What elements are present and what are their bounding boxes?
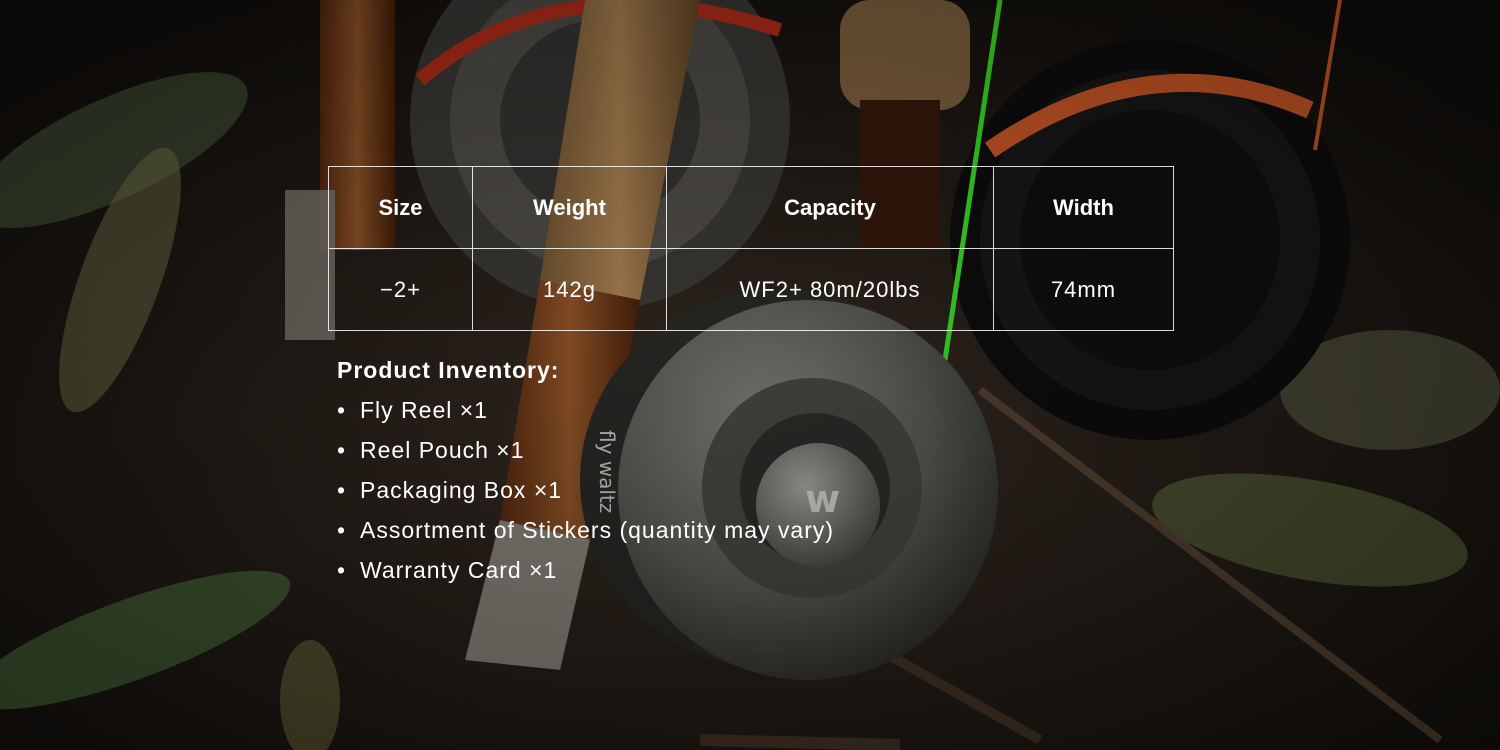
header-size: Size [328, 166, 473, 249]
value-capacity: WF2+ 80m/20lbs [666, 248, 994, 331]
header-weight: Weight [472, 166, 667, 249]
value-width: 74mm [993, 248, 1174, 331]
list-item-label: Packaging Box ×1 [360, 477, 563, 503]
list-item: • Packaging Box ×1 [337, 475, 834, 515]
list-item-label: Assortment of Stickers (quantity may var… [360, 517, 835, 543]
specs-header-row: Size Weight Capacity Width [328, 166, 1174, 249]
product-inventory: Product Inventory: • Fly Reel ×1 • Reel Po… [337, 355, 834, 595]
list-item-label: Reel Pouch ×1 [360, 437, 525, 463]
value-weight: 142g [472, 248, 667, 331]
specs-table: Size Weight Capacity Width −2+ 142g WF2+… [328, 166, 1174, 331]
inventory-title: Product Inventory: [337, 357, 560, 383]
value-size: −2+ [328, 248, 473, 331]
list-item-label: Warranty Card ×1 [360, 557, 558, 583]
inventory-list: • Fly Reel ×1 • Reel Pouch ×1 • Packaging B… [337, 395, 834, 595]
specs-value-row: −2+ 142g WF2+ 80m/20lbs 74mm [328, 248, 1174, 331]
list-item-label: Fly Reel ×1 [360, 397, 488, 423]
list-item: • Reel Pouch ×1 [337, 435, 834, 475]
header-width: Width [993, 166, 1174, 249]
list-item: • Fly Reel ×1 [337, 395, 834, 435]
list-item: • Assortment of Stickers (quantity may va… [337, 515, 834, 555]
list-item: • Warranty Card ×1 [337, 555, 834, 595]
header-capacity: Capacity [666, 166, 994, 249]
